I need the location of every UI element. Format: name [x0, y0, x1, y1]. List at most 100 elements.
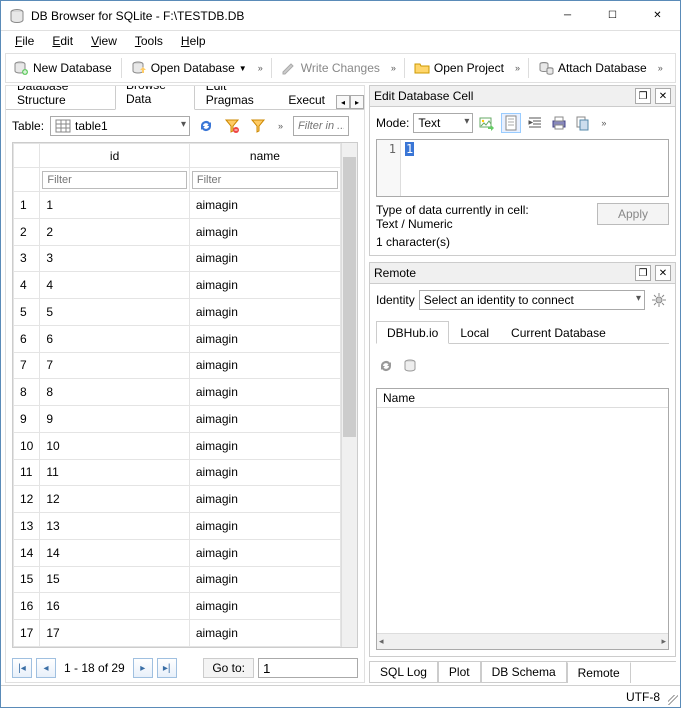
prev-page-button[interactable]: ◂: [36, 658, 56, 678]
cell-id[interactable]: 2: [40, 218, 189, 245]
tab-execute-sql[interactable]: Execut: [277, 88, 336, 110]
filter-id-input[interactable]: [42, 171, 186, 189]
cell-name[interactable]: aimagin: [189, 272, 340, 299]
tab-current-database[interactable]: Current Database: [500, 321, 617, 344]
next-page-button[interactable]: ▸: [133, 658, 153, 678]
tab-remote[interactable]: Remote: [567, 662, 631, 684]
table-row[interactable]: 88aimagin: [14, 379, 341, 406]
table-row[interactable]: 1616aimagin: [14, 593, 341, 620]
tab-db-schema[interactable]: DB Schema: [481, 662, 567, 683]
cell-name[interactable]: aimagin: [189, 352, 340, 379]
row-header[interactable]: 3: [14, 245, 40, 272]
identity-select[interactable]: Select an identity to connect: [419, 290, 645, 310]
overflow-icon[interactable]: »: [511, 63, 524, 73]
cell-id[interactable]: 14: [40, 539, 189, 566]
remote-list[interactable]: Name ◂▸: [376, 388, 669, 650]
cell-id[interactable]: 1: [40, 192, 189, 219]
remote-refresh-button[interactable]: [376, 356, 396, 376]
table-select[interactable]: table1: [50, 116, 190, 136]
table-row[interactable]: 1010aimagin: [14, 432, 341, 459]
column-filter-input[interactable]: [293, 116, 349, 136]
cell-name[interactable]: aimagin: [189, 539, 340, 566]
overflow-icon[interactable]: »: [254, 63, 267, 73]
cell-name[interactable]: aimagin: [189, 406, 340, 433]
row-header[interactable]: 17: [14, 620, 40, 647]
cell-id[interactable]: 3: [40, 245, 189, 272]
row-header[interactable]: 11: [14, 459, 40, 486]
cell-name[interactable]: aimagin: [189, 299, 340, 326]
tab-sql-log[interactable]: SQL Log: [369, 662, 438, 683]
tab-scroll-left-button[interactable]: ◂: [336, 95, 350, 109]
new-database-button[interactable]: New Database: [8, 57, 117, 79]
cell-id[interactable]: 10: [40, 432, 189, 459]
row-header[interactable]: 5: [14, 299, 40, 326]
close-panel-button[interactable]: ✕: [655, 88, 671, 104]
cell-id[interactable]: 5: [40, 299, 189, 326]
cell-name[interactable]: aimagin: [189, 593, 340, 620]
table-row[interactable]: 66aimagin: [14, 325, 341, 352]
editor-content[interactable]: 1: [401, 140, 668, 196]
cell-editor[interactable]: 1 1: [376, 139, 669, 197]
tab-dbhub[interactable]: DBHub.io: [376, 321, 449, 344]
copy-button[interactable]: [573, 113, 593, 133]
row-header[interactable]: 1: [14, 192, 40, 219]
cell-name[interactable]: aimagin: [189, 486, 340, 513]
data-grid[interactable]: id name 11aimagin22aimagin33aimagin44aim…: [13, 143, 341, 647]
table-row[interactable]: 22aimagin: [14, 218, 341, 245]
menu-file[interactable]: File: [7, 32, 42, 50]
table-row[interactable]: 1414aimagin: [14, 539, 341, 566]
mode-select[interactable]: Text: [413, 113, 473, 133]
table-row[interactable]: 11aimagin: [14, 192, 341, 219]
cell-name[interactable]: aimagin: [189, 245, 340, 272]
undock-button[interactable]: ❐: [635, 265, 651, 281]
row-header[interactable]: 7: [14, 352, 40, 379]
open-database-button[interactable]: Open Database ▼: [126, 57, 252, 79]
import-button[interactable]: [477, 113, 497, 133]
apply-button[interactable]: Apply: [597, 203, 669, 225]
cell-id[interactable]: 15: [40, 566, 189, 593]
table-row[interactable]: 99aimagin: [14, 406, 341, 433]
menu-help[interactable]: Help: [173, 32, 214, 50]
table-row[interactable]: 1313aimagin: [14, 513, 341, 540]
clear-filters-button[interactable]: [222, 116, 242, 136]
column-header-name[interactable]: name: [189, 144, 340, 168]
maximize-button[interactable]: ☐: [590, 1, 635, 30]
print-button[interactable]: [549, 113, 569, 133]
menu-tools[interactable]: Tools: [127, 32, 171, 50]
identity-settings-button[interactable]: [649, 290, 669, 310]
text-mode-button[interactable]: [501, 113, 521, 133]
table-row[interactable]: 1212aimagin: [14, 486, 341, 513]
tab-scroll-right-button[interactable]: ▸: [350, 95, 364, 109]
table-row[interactable]: 1717aimagin: [14, 620, 341, 647]
vertical-scrollbar[interactable]: [341, 143, 357, 647]
row-header[interactable]: 16: [14, 593, 40, 620]
overflow-icon[interactable]: »: [654, 63, 667, 73]
remote-col-name[interactable]: Name: [377, 389, 668, 408]
row-header[interactable]: 2: [14, 218, 40, 245]
filter-name-input[interactable]: [192, 171, 338, 189]
cell-id[interactable]: 11: [40, 459, 189, 486]
table-row[interactable]: 1515aimagin: [14, 566, 341, 593]
row-header[interactable]: 9: [14, 406, 40, 433]
close-button[interactable]: ✕: [635, 1, 680, 30]
first-page-button[interactable]: |◂: [12, 658, 32, 678]
cell-name[interactable]: aimagin: [189, 218, 340, 245]
save-filter-button[interactable]: [248, 116, 268, 136]
indent-button[interactable]: [525, 113, 545, 133]
overflow-icon[interactable]: »: [387, 63, 400, 73]
cell-name[interactable]: aimagin: [189, 566, 340, 593]
row-header[interactable]: 14: [14, 539, 40, 566]
cell-name[interactable]: aimagin: [189, 620, 340, 647]
table-row[interactable]: 55aimagin: [14, 299, 341, 326]
table-row[interactable]: 77aimagin: [14, 352, 341, 379]
cell-name[interactable]: aimagin: [189, 192, 340, 219]
menu-edit[interactable]: Edit: [44, 32, 81, 50]
overflow-icon[interactable]: »: [274, 121, 287, 131]
row-header[interactable]: 10: [14, 432, 40, 459]
column-header-id[interactable]: id: [40, 144, 189, 168]
last-page-button[interactable]: ▸|: [157, 658, 177, 678]
overflow-icon[interactable]: »: [597, 118, 610, 128]
attach-database-button[interactable]: Attach Database: [533, 57, 652, 79]
cell-id[interactable]: 8: [40, 379, 189, 406]
refresh-button[interactable]: [196, 116, 216, 136]
